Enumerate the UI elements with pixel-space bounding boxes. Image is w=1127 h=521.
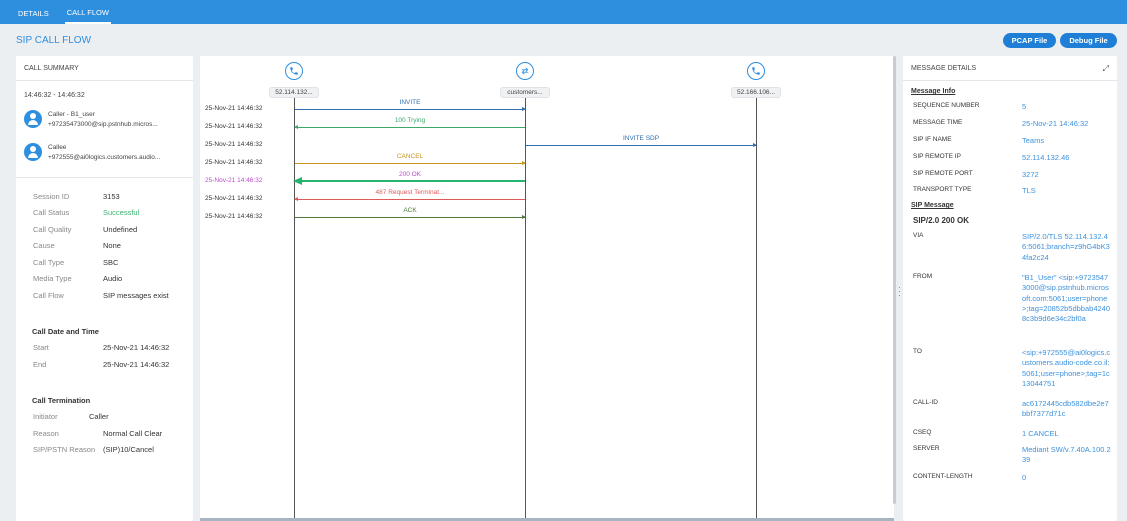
message-label: INVITE SDP [622,135,660,142]
detail-label: CONTENT-LENGTH [913,473,973,480]
message-arrow-cancel[interactable]: CANCEL [295,153,526,165]
sbc-transfer-icon[interactable] [516,62,534,80]
callee-info: Callee +972555@ai0logics.customers.audio.… [24,143,160,163]
message-time: 25-Nov-21 14:46:32 [205,195,263,202]
message-time: 25-Nov-21 14:46:32 [205,159,263,166]
detail-label: SIP IF NAME [913,136,952,143]
detail-label: TO [913,348,922,355]
message-arrow-ack[interactable]: ACK [295,207,526,219]
phone-icon[interactable] [747,62,765,80]
detail-label: CSEQ [913,429,932,436]
endpoint-label-3: 52.166.106... [731,87,781,98]
call-date-section-title: Call Date and Time [32,327,99,336]
vertical-scrollbar[interactable] [893,56,896,504]
resize-handle-icon[interactable]: · · · [898,284,901,300]
detail-value: 5 [1022,102,1027,111]
callee-uri: +972555@ai0logics.customers.audio... [48,154,161,161]
detail-label: SIP REMOTE PORT [913,170,973,177]
debug-file-button[interactable]: Debug File [1060,33,1117,48]
message-arrow-invite-sdp[interactable]: INVITE SDP [526,135,757,147]
detail-value: 1 CANCEL [1022,429,1059,438]
callee-avatar-icon [24,143,42,161]
detail-value: 3272 [1022,170,1039,179]
message-time: 25-Nov-21 14:46:32 [205,213,263,220]
message-arrow-100-trying[interactable]: 100 Trying [294,117,525,129]
message-label: INVITE [399,99,421,106]
detail-label: VIA [913,232,924,239]
message-details-header: MESSAGE DETAILS [903,56,1117,81]
call-flow-panel: 52.114.132... customers... 52.166.106...… [200,56,894,521]
tab-details[interactable]: DETAILS [16,2,51,24]
endpoint-label-1: 52.114.132... [269,87,319,98]
detail-value: 25-Nov-21 14:46:32 [1022,119,1089,128]
detail-label: TRANSPORT TYPE [913,186,972,193]
caller-uri: +97235473000@sip.pstnhub.micros... [48,121,158,128]
detail-label: SERVER [913,445,940,452]
detail-label: FROM [913,273,933,280]
message-time: 25-Nov-21 14:46:32 [205,123,263,130]
detail-value: <sip:+972555@ai0logics.customers.audio-c… [1022,348,1111,388]
message-time-selected: 25-Nov-21 14:46:32 [205,177,263,184]
detail-value: Mediant SW/v.7.40A.100.239 [1022,445,1111,465]
message-arrow-invite[interactable]: INVITE [295,99,526,111]
detail-value: TLS [1022,186,1036,195]
call-summary-panel: CALL SUMMARY 14:46:32 - 14:46:32 Caller … [16,56,193,521]
phone-icon[interactable] [285,62,303,80]
detail-value: 52.114.132.46 [1022,153,1070,162]
detail-value: 0 [1022,473,1027,482]
page-title: SIP CALL FLOW [16,35,92,46]
expand-icon[interactable]: ⤢ [1103,64,1109,74]
message-label: 487 Request Terminat... [375,189,445,196]
call-termination-section-title: Call Termination [32,396,91,405]
call-summary-header: CALL SUMMARY [16,56,193,81]
detail-label: SIP REMOTE IP [913,153,961,160]
message-label: CANCEL [396,153,424,160]
detail-label: MESSAGE TIME [913,119,963,126]
caller-name: Caller - B1_user [48,111,95,118]
message-label: ACK [403,207,417,214]
call-time-range: 14:46:32 - 14:46:32 [24,92,85,99]
divider [16,177,193,178]
sip-status-line: SIP/2.0 200 OK [913,216,970,225]
detail-value: "B1_User" <sip:+97235473000@sip.pstnhub.… [1022,273,1111,324]
tab-call-flow[interactable]: CALL FLOW [64,2,111,24]
caller-avatar-icon [24,110,42,128]
callee-name: Callee [48,144,67,151]
page-header: SIP CALL FLOW [0,24,1127,54]
top-nav-bar: DETAILS CALL FLOW [0,0,1127,24]
message-arrow-487-request-terminated[interactable]: 487 Request Terminat... [294,189,525,201]
message-arrow-200-ok-selected[interactable]: 200 OK [293,171,525,185]
detail-value: SIP/2.0/TLS 52.114.132.46:5061;branch=z9… [1022,232,1110,262]
lifeline-3 [756,98,757,519]
message-label: 200 OK [398,171,422,178]
message-info-section-title: Message Info [911,88,956,95]
message-time: 25-Nov-21 14:46:32 [205,105,263,112]
message-label: 100 Trying [394,117,426,124]
message-details-panel: MESSAGE DETAILS ⤢ Message Info SEQUENCE … [903,56,1117,521]
detail-label: CALL-ID [913,399,938,406]
detail-value: ac6172445cdb582dbe2e7bbf7377d71c [1022,399,1109,419]
sip-message-section-title: SIP Message [911,202,954,209]
message-time: 25-Nov-21 14:46:32 [205,141,263,148]
endpoint-label-2: customers... [500,87,550,98]
pcap-file-button[interactable]: PCAP File [1003,33,1056,48]
detail-value: Teams [1022,136,1045,145]
detail-label: SEQUENCE NUMBER [913,102,980,109]
caller-info: Caller - B1_user +97235473000@sip.pstnhub… [24,110,158,130]
